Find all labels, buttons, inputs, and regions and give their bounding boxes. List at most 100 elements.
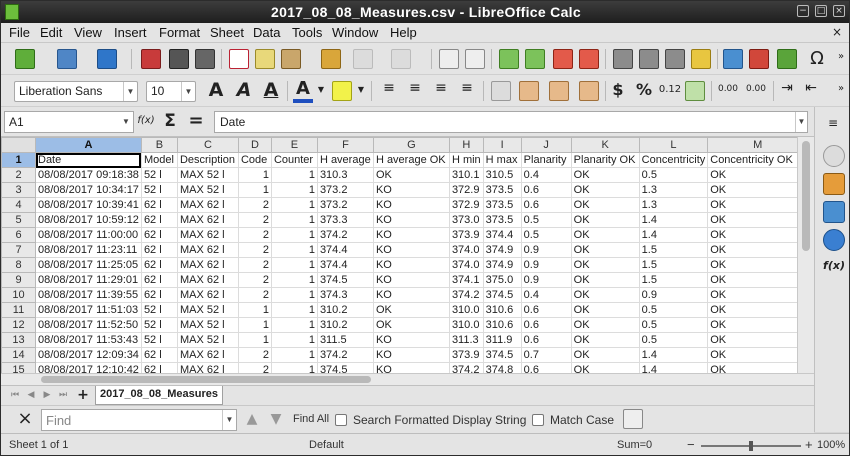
menu-tools[interactable]: Tools [292, 25, 322, 40]
cell[interactable]: H average OK [372, 152, 450, 168]
clone-formatting-icon[interactable] [321, 49, 341, 69]
cell[interactable]: 1 [270, 272, 318, 288]
vertical-scrollbar[interactable] [797, 137, 814, 373]
cell[interactable]: 08/08/2017 11:00:00 [35, 227, 142, 243]
cell[interactable]: Concentricity [638, 152, 709, 168]
cell[interactable]: 1.5 [638, 272, 709, 288]
cell[interactable]: 310.1 [448, 167, 484, 183]
justify-icon[interactable]: ≡ [457, 80, 477, 96]
vertical-scroll-thumb[interactable] [802, 141, 810, 251]
cell[interactable]: 375.0 [482, 272, 522, 288]
delete-column-icon[interactable] [579, 49, 599, 69]
cell[interactable]: KO [372, 212, 450, 228]
autofilter-icon[interactable] [691, 49, 711, 69]
row-header[interactable]: 1 [1, 152, 36, 168]
cell[interactable]: H average [316, 152, 374, 168]
cell[interactable]: Counter [270, 152, 318, 168]
cell[interactable]: 2 [237, 257, 272, 273]
cell[interactable]: Date [35, 152, 142, 168]
column-header-l[interactable]: L [638, 137, 709, 153]
cell[interactable]: 1 [270, 227, 318, 243]
open-folder-icon[interactable] [57, 49, 77, 69]
cell[interactable]: KO [372, 197, 450, 213]
cell[interactable]: 372.9 [448, 197, 484, 213]
cell[interactable]: 310.3 [316, 167, 374, 183]
select-all-corner[interactable] [1, 137, 36, 153]
delete-row-icon[interactable] [553, 49, 573, 69]
cell[interactable]: 373.3 [316, 212, 374, 228]
merge-cells-icon[interactable] [549, 81, 569, 101]
zoom-level[interactable]: 100% [817, 439, 845, 451]
column-header-a[interactable]: A [35, 137, 142, 153]
row-header[interactable]: 5 [1, 212, 36, 228]
cell[interactable]: 374.4 [316, 242, 374, 258]
toolbar-overflow-icon[interactable]: » [835, 51, 847, 62]
cell[interactable]: Model [140, 152, 178, 168]
export-pdf-icon[interactable] [141, 49, 161, 69]
zoom-slider[interactable] [701, 441, 801, 451]
gallery-icon[interactable] [823, 201, 845, 223]
cell[interactable]: OK [570, 227, 640, 243]
menu-edit[interactable]: Edit [40, 25, 62, 40]
date-format-icon[interactable] [685, 81, 705, 101]
wrap-text-icon[interactable] [491, 81, 511, 101]
menu-data[interactable]: Data [253, 25, 280, 40]
cell[interactable]: 1.5 [638, 242, 709, 258]
cell[interactable]: 374.5 [482, 347, 522, 363]
cell[interactable]: OK [707, 332, 809, 348]
cell[interactable]: 08/08/2017 11:51:03 [35, 302, 142, 318]
expand-formula-bar-icon[interactable]: ▼ [795, 112, 807, 132]
menu-format[interactable]: Format [159, 25, 200, 40]
sheet-tab-active[interactable]: 2017_08_08_Measures [95, 386, 223, 405]
cell[interactable]: 311.9 [482, 332, 522, 348]
close-find-bar-button[interactable]: × [15, 408, 35, 429]
cell[interactable]: 08/08/2017 11:29:01 [35, 272, 142, 288]
column-header-i[interactable]: I [482, 137, 522, 153]
row-header[interactable]: 13 [1, 332, 36, 348]
previous-sheet-icon[interactable]: ◀ [25, 389, 37, 401]
cell[interactable]: OK [570, 347, 640, 363]
cell[interactable]: 1.4 [638, 227, 709, 243]
next-sheet-icon[interactable]: ▶ [41, 389, 53, 401]
close-document-button[interactable]: × [831, 26, 843, 38]
cell[interactable]: 0.5 [520, 212, 572, 228]
column-header-e[interactable]: E [270, 137, 318, 153]
cell[interactable]: 1 [237, 317, 272, 333]
row-header[interactable]: 3 [1, 182, 36, 198]
cell[interactable]: 310.0 [448, 317, 484, 333]
delete-decimal-place-button[interactable]: 0.00 [743, 84, 769, 94]
cell[interactable]: 2 [237, 227, 272, 243]
cell[interactable]: 373.5 [482, 197, 522, 213]
cell[interactable]: MAX 62 l [176, 242, 239, 258]
cell[interactable]: 62 l [140, 257, 178, 273]
cell[interactable]: OK [570, 197, 640, 213]
zoom-slider-knob[interactable] [749, 441, 753, 451]
navigator-icon[interactable] [823, 229, 845, 251]
cell[interactable]: 62 l [140, 212, 178, 228]
cell[interactable]: KO [372, 257, 450, 273]
pivot-table-icon[interactable] [777, 49, 797, 69]
cut-icon[interactable] [229, 49, 249, 69]
menu-window[interactable]: Window [332, 25, 378, 40]
cell[interactable]: 374.4 [482, 227, 522, 243]
cell[interactable]: 0.4 [520, 167, 572, 183]
align-left-icon[interactable]: ≡ [379, 80, 399, 96]
menu-insert[interactable]: Insert [114, 25, 147, 40]
cell[interactable]: OK [707, 212, 809, 228]
cell[interactable]: 374.3 [316, 287, 374, 303]
cell[interactable]: 0.5 [520, 227, 572, 243]
cell[interactable]: 52 l [140, 182, 178, 198]
horizontal-scrollbar[interactable] [1, 373, 814, 385]
cell[interactable]: MAX 52 l [176, 317, 239, 333]
cell[interactable]: 08/08/2017 11:23:11 [35, 242, 142, 258]
cell[interactable]: KO [372, 227, 450, 243]
paste-icon[interactable] [281, 49, 301, 69]
cell[interactable]: 1 [270, 242, 318, 258]
cell[interactable]: 374.0 [448, 257, 484, 273]
cell[interactable]: Description [176, 152, 239, 168]
cell[interactable]: 374.2 [316, 227, 374, 243]
decrease-indent-icon[interactable]: ⇤ [801, 80, 821, 96]
cell[interactable]: 310.6 [482, 317, 522, 333]
font-color-dropdown-icon[interactable]: ▼ [317, 85, 325, 94]
cell[interactable]: 0.5 [638, 302, 709, 318]
